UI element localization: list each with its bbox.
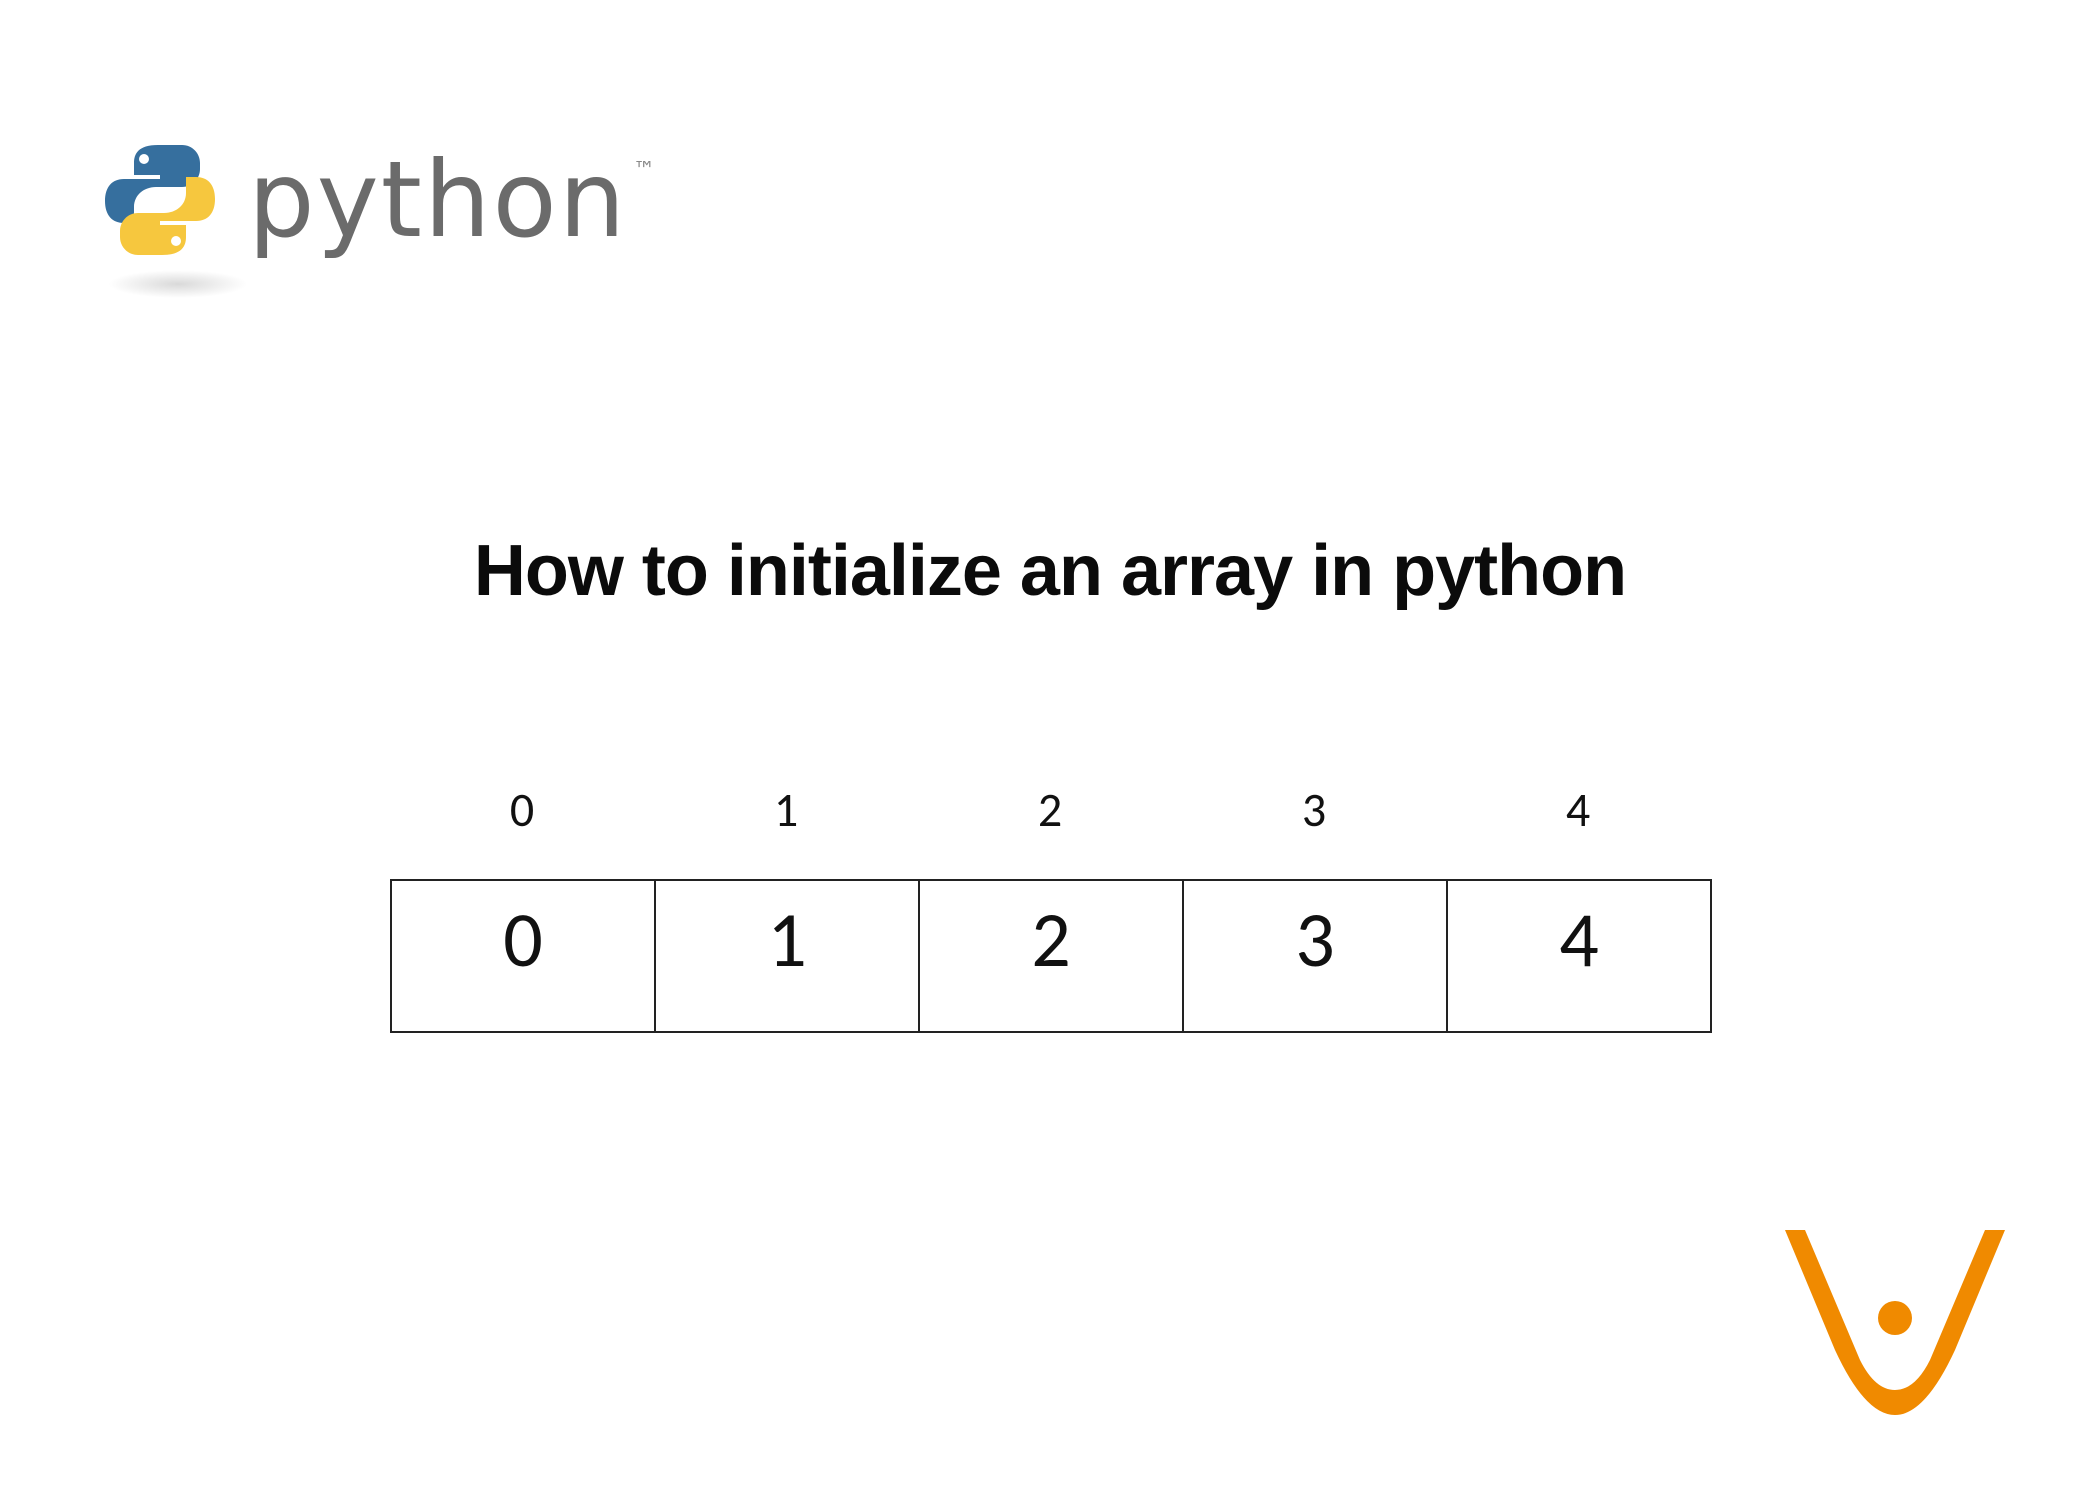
array-index: 1 <box>654 780 918 839</box>
python-logo: python™ <box>100 140 651 260</box>
array-index: 4 <box>1446 780 1710 839</box>
trademark-symbol: ™ <box>633 158 657 183</box>
array-cells-row: 0 1 2 3 4 <box>390 879 1712 1033</box>
array-cell: 2 <box>920 881 1184 1031</box>
slide-title: How to initialize an array in python <box>0 530 2100 612</box>
logo-shadow <box>108 270 248 298</box>
array-index: 0 <box>390 780 654 839</box>
array-index-row: 0 1 2 3 4 <box>390 780 1712 839</box>
array-index: 3 <box>1182 780 1446 839</box>
brand-person-icon <box>1780 1230 2010 1430</box>
python-word-text: python <box>248 139 627 261</box>
python-wordmark: python™ <box>248 148 651 253</box>
array-diagram: 0 1 2 3 4 0 1 2 3 4 <box>390 780 1712 1033</box>
array-cell: 4 <box>1448 881 1710 1031</box>
slide-canvas: python™ How to initialize an array in py… <box>0 0 2100 1500</box>
array-cell: 3 <box>1184 881 1448 1031</box>
array-index: 2 <box>918 780 1182 839</box>
python-logo-icon <box>100 140 220 260</box>
array-cell: 1 <box>656 881 920 1031</box>
array-cell: 0 <box>392 881 656 1031</box>
